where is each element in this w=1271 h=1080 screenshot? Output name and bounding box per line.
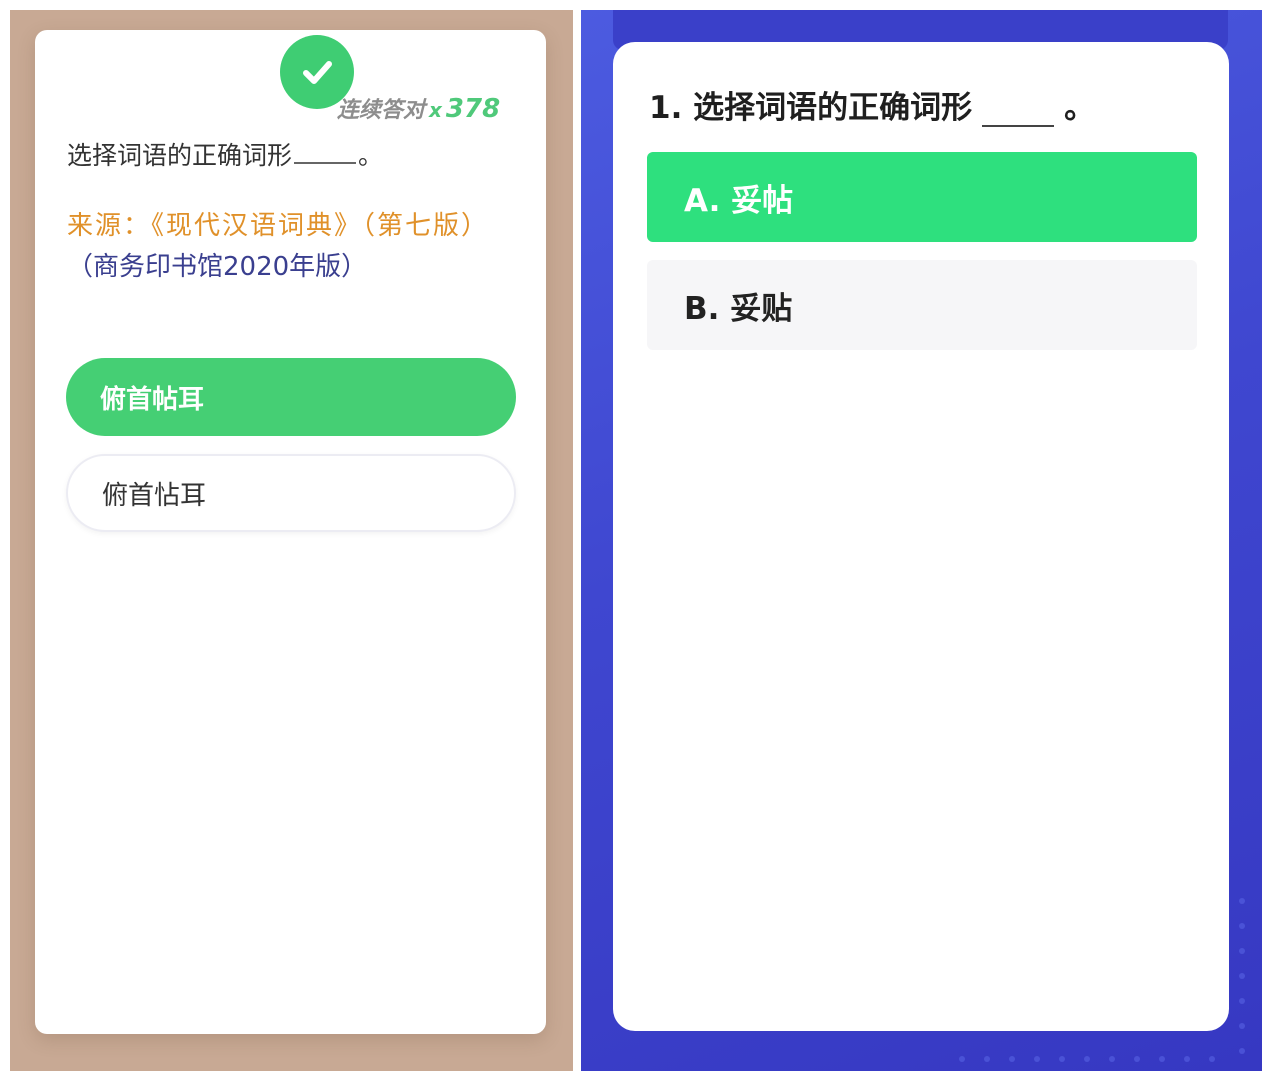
option-label: A. 妥帖 <box>684 182 794 219</box>
streak-counter: 连续答对 x 378 <box>337 92 500 124</box>
option-button-2[interactable]: 俯首怗耳 <box>66 454 516 532</box>
option-b-button[interactable]: B. 妥贴 <box>647 260 1197 350</box>
right-question-card: 1. 选择词语的正确词形 。 A. 妥帖 B. 妥贴 <box>613 42 1229 1031</box>
streak-count: 378 <box>445 94 501 124</box>
question-suffix: 。 <box>1064 90 1096 126</box>
option-button-1[interactable]: 俯首帖耳 <box>66 358 516 436</box>
screenshot-stage: 连续答对 x 378 选择词语的正确词形 。 来源：《现代汉语词典》（第七版） （商… <box>0 0 1271 1080</box>
left-quiz-panel: 连续答对 x 378 选择词语的正确词形 。 来源：《现代汉语词典》（第七版） （商… <box>10 10 573 1071</box>
option-label: 俯首帖耳 <box>100 384 205 415</box>
question-suffix: 。 <box>358 141 384 170</box>
left-question-card: 连续答对 x 378 选择词语的正确词形 。 来源：《现代汉语词典》（第七版） （商… <box>35 30 546 1034</box>
question-prefix: 1. 选择词语的正确词形 <box>649 90 973 126</box>
source-publisher: （商务印书馆2020年版） <box>67 252 368 282</box>
option-label: B. 妥贴 <box>684 290 793 327</box>
source-label: 来源： <box>67 211 152 241</box>
streak-multiplier: x <box>429 98 442 122</box>
source-book: 《现代汉语词典》（第七版） <box>151 211 490 241</box>
answer-blank <box>294 138 357 164</box>
question-prefix: 选择词语的正确词形 <box>67 141 293 170</box>
question-text: 1. 选择词语的正确词形 。 <box>649 82 1095 127</box>
right-quiz-panel: 1. 选择词语的正确词形 。 A. 妥帖 B. 妥贴 <box>581 10 1262 1071</box>
source-citation: 来源：《现代汉语词典》（第七版） （商务印书馆2020年版） <box>67 206 517 288</box>
streak-label: 连续答对 <box>337 98 426 123</box>
question-text: 选择词语的正确词形 。 <box>67 138 527 173</box>
option-label: 俯首怗耳 <box>102 480 207 511</box>
answer-blank <box>982 93 1055 127</box>
option-a-button[interactable]: A. 妥帖 <box>647 152 1197 242</box>
